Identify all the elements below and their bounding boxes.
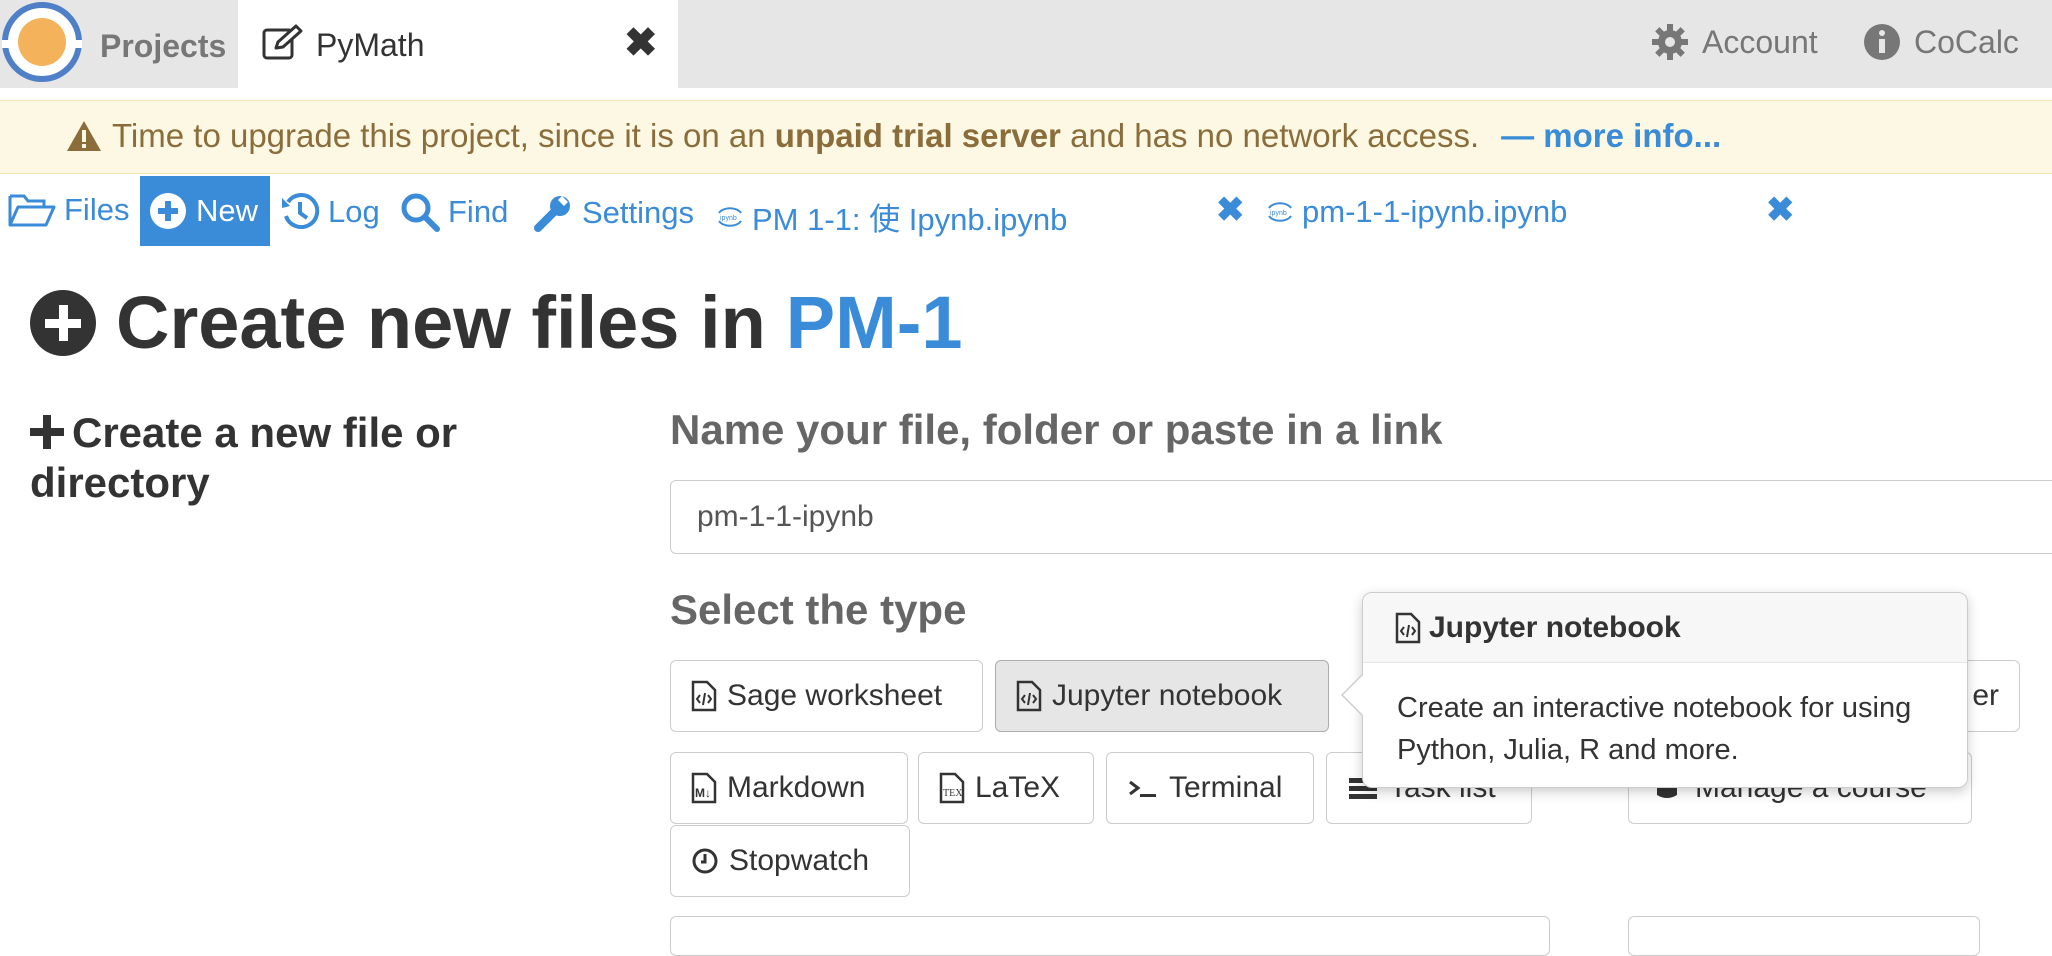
project-tab-title: PyMath — [316, 27, 425, 63]
plus-icon — [30, 415, 64, 449]
popover-body: Create an interactive notebook for using… — [1397, 692, 1912, 766]
sage-worksheet-label: Sage worksheet — [727, 679, 943, 712]
popover-title: Jupyter notebook — [1363, 593, 1967, 663]
project-name-link[interactable]: PM-1 — [786, 280, 963, 365]
close-icon[interactable]: ✖ — [1216, 190, 1245, 230]
filename-input[interactable] — [670, 480, 2052, 554]
settings-tab[interactable]: Settings — [532, 192, 694, 234]
folder-button-label: er — [1972, 679, 1999, 712]
file-code-icon — [691, 680, 717, 712]
create-section-label: Create a new file or directory — [30, 409, 458, 506]
file-code-icon — [1395, 612, 1421, 643]
projects-tab[interactable]: Projects — [100, 28, 226, 65]
wrench-icon — [534, 196, 570, 232]
edit-icon — [262, 24, 303, 60]
stopwatch-button[interactable]: Stopwatch — [670, 825, 910, 897]
file-code-icon — [1016, 680, 1042, 712]
project-file-nav: Files New Log Find Settings ipynb PM 1-1… — [0, 176, 2052, 248]
svg-text:ipynb: ipynb — [720, 215, 737, 222]
markdown-icon: M↓ — [691, 772, 717, 804]
upgrade-warning-banner: Time to upgrade this project, since it i… — [0, 100, 2052, 174]
settings-label: Settings — [582, 195, 695, 230]
cocalc-label: CoCalc — [1914, 23, 2019, 60]
markdown-label: Markdown — [727, 771, 866, 804]
create-section-header: Create a new file or directory — [30, 408, 570, 508]
history-icon — [282, 193, 320, 230]
terminal-icon — [1129, 780, 1156, 797]
filename-label: Name your file, folder or paste in a lin… — [670, 406, 1443, 453]
project-tab-pymath[interactable]: PyMath ✖ — [238, 0, 678, 88]
cocalc-help-button[interactable]: CoCalc — [1862, 22, 2019, 62]
plus-circle-icon — [30, 289, 96, 356]
banner-text-before: Time to upgrade this project, since it i… — [112, 117, 766, 154]
open-file-tab-1[interactable]: ipynb PM 1-1: 使 Ipynb.ipynb — [716, 194, 1067, 239]
account-button[interactable]: Account — [1650, 22, 1818, 62]
log-tab[interactable]: Log — [280, 192, 380, 232]
terminal-label: Terminal — [1169, 771, 1283, 804]
tex-icon: TEX — [939, 772, 965, 804]
upload-dropzone[interactable] — [670, 916, 1550, 956]
new-tab[interactable]: New — [140, 176, 270, 246]
more-info-link[interactable]: — more info... — [1501, 117, 1721, 155]
cocalc-logo[interactable] — [2, 2, 82, 82]
close-icon[interactable]: ✖ — [624, 20, 658, 66]
info-icon — [1864, 24, 1900, 60]
select-type-label: Select the type — [670, 586, 967, 633]
gear-icon — [1652, 24, 1688, 60]
folder-open-icon — [8, 194, 56, 227]
files-label: Files — [64, 192, 130, 227]
jupyter-icon: ipynb — [718, 206, 742, 227]
page-title-prefix: Create new files in — [116, 281, 766, 364]
popover-arrow — [1341, 673, 1364, 717]
terminal-button[interactable]: Terminal — [1106, 752, 1314, 824]
latex-label: LaTeX — [975, 771, 1061, 804]
svg-text:TEX: TEX — [943, 788, 963, 799]
account-label: Account — [1702, 23, 1818, 60]
close-icon[interactable]: ✖ — [1766, 190, 1795, 230]
warning-icon — [67, 121, 101, 151]
svg-text:M↓: M↓ — [695, 786, 711, 800]
jupyter-notebook-label: Jupyter notebook — [1052, 679, 1283, 712]
page-title: Create new files in PM-1 — [30, 280, 963, 365]
open-file-2-label: pm-1-1-ipynb.ipynb — [1302, 194, 1568, 229]
new-label: New — [196, 193, 259, 228]
log-label: Log — [328, 194, 380, 229]
stopwatch-label: Stopwatch — [729, 844, 870, 877]
create-button-area[interactable] — [1628, 916, 1980, 956]
popover-title-text: Jupyter notebook — [1429, 610, 1681, 644]
svg-text:ipynb: ipynb — [1270, 210, 1287, 217]
banner-text-after: and has no network access. — [1070, 117, 1480, 154]
open-file-tab-2[interactable]: ipynb pm-1-1-ipynb.ipynb — [1266, 194, 1567, 230]
jupyter-notebook-popover: Jupyter notebook Create an interactive n… — [1341, 592, 1968, 788]
files-tab[interactable]: Files — [8, 192, 129, 228]
plus-circle-icon — [150, 193, 186, 229]
sage-worksheet-button[interactable]: Sage worksheet — [670, 660, 983, 732]
clock-icon — [692, 848, 718, 874]
banner-bold-text: unpaid trial server — [774, 117, 1061, 154]
search-icon — [401, 193, 440, 232]
find-label: Find — [448, 194, 509, 229]
open-file-1-label: PM 1-1: 使 Ipynb.ipynb — [752, 202, 1068, 237]
markdown-button[interactable]: M↓ Markdown — [670, 752, 908, 824]
find-tab[interactable]: Find — [400, 192, 508, 232]
top-navbar: Projects PyMath ✖ Account CoCalc — [0, 0, 2052, 88]
latex-button[interactable]: TEX LaTeX — [918, 752, 1094, 824]
jupyter-notebook-button[interactable]: Jupyter notebook — [995, 660, 1329, 732]
jupyter-icon: ipynb — [1268, 202, 1292, 222]
